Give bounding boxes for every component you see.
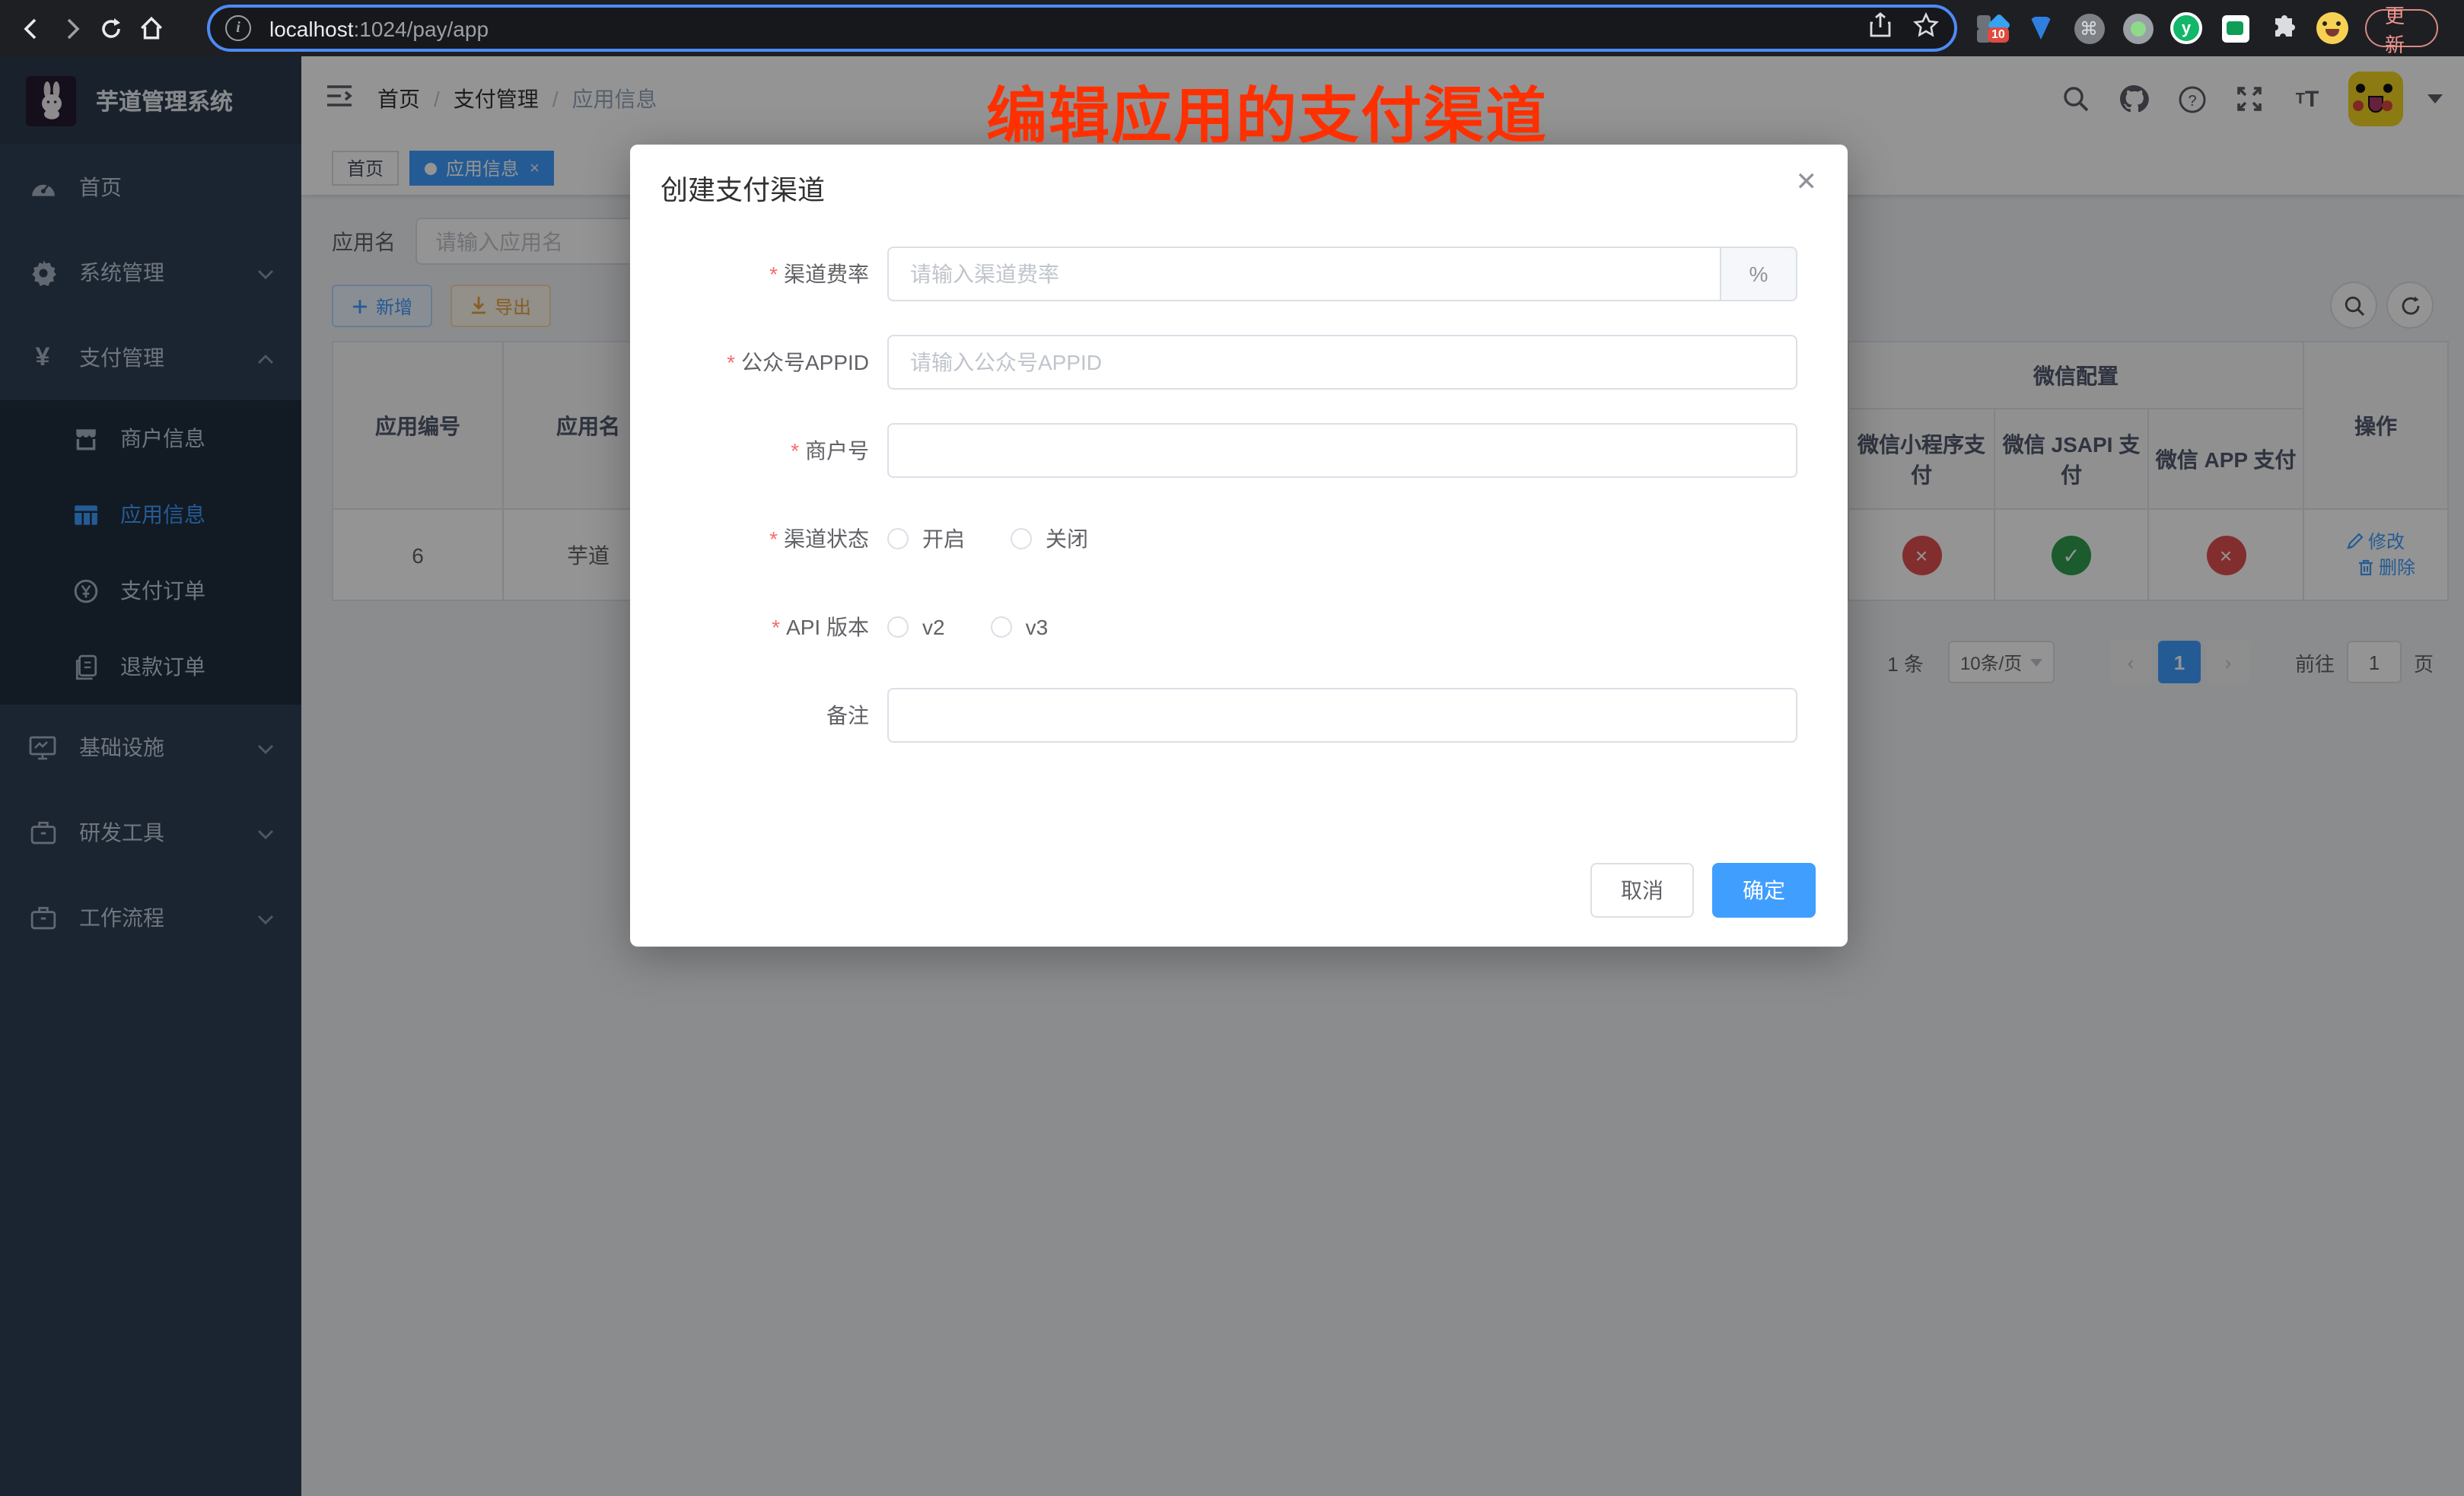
share-icon[interactable] <box>1869 11 1892 45</box>
url-text: localhost:1024/pay/app <box>269 16 489 40</box>
rate-suffix: % <box>1720 247 1797 301</box>
dialog-title: 创建支付渠道 <box>661 169 825 208</box>
extension-badge: 10 <box>1988 27 2009 43</box>
site-info-icon[interactable]: i <box>225 15 251 41</box>
browser-update-button[interactable]: 更新 <box>2365 9 2438 47</box>
form-row-remark: 备注 <box>630 688 1848 743</box>
browser-reload-icon[interactable] <box>91 8 131 48</box>
status-label: 渠道状态 <box>630 524 887 554</box>
api-label: API 版本 <box>630 612 887 642</box>
extension-recorder-icon[interactable] <box>2122 12 2154 44</box>
radio-api-v2[interactable]: v2 <box>887 615 945 639</box>
appid-label: 公众号APPID <box>630 347 887 377</box>
extension-pinned-icon[interactable]: 10 <box>1975 12 2007 44</box>
browser-chrome: i localhost:1024/pay/app 10 ⌘ y <box>0 0 2464 56</box>
radio-api-v3[interactable]: v3 <box>991 615 1049 639</box>
radio-circle-icon <box>991 616 1012 638</box>
remark-label: 备注 <box>630 700 887 730</box>
bookmark-star-icon[interactable] <box>1913 11 1939 45</box>
profile-emoji-icon[interactable] <box>2316 12 2348 44</box>
radio-status-on[interactable]: 开启 <box>887 524 965 554</box>
extension-row: 10 ⌘ y 更新 ⋮ <box>1975 0 2464 56</box>
radio-circle-icon <box>1011 528 1032 549</box>
rate-input[interactable] <box>887 247 1720 301</box>
browser-back-icon[interactable] <box>12 8 52 48</box>
dialog-footer: 取消 确定 <box>1590 863 1816 918</box>
address-bar[interactable]: i localhost:1024/pay/app <box>207 5 1957 52</box>
mch-input[interactable] <box>887 423 1797 478</box>
extensions-puzzle-icon[interactable] <box>2268 12 2300 44</box>
form-row-api: API 版本 v2 v3 <box>630 600 1848 654</box>
browser-menu-icon[interactable]: ⋮ <box>2455 24 2464 32</box>
annotation-text: 编辑应用的支付渠道 <box>986 67 1548 155</box>
radio-circle-icon <box>887 528 909 549</box>
form-row-status: 渠道状态 开启 关闭 <box>630 511 1848 566</box>
dialog-form: 渠道费率 % 公众号APPID 商户号 <box>630 247 1848 776</box>
extension-chat-icon[interactable] <box>2219 12 2251 44</box>
browser-home-icon[interactable] <box>131 8 170 48</box>
dialog-close-icon[interactable]: ✕ <box>1796 169 1818 195</box>
mch-label: 商户号 <box>630 435 887 466</box>
browser-forward-icon[interactable] <box>52 8 91 48</box>
extension-green-y-icon[interactable]: y <box>2170 12 2202 44</box>
screen: i localhost:1024/pay/app 10 ⌘ y <box>0 0 2464 1496</box>
form-row-appid: 公众号APPID <box>630 335 1848 390</box>
radio-circle-icon <box>887 616 909 638</box>
confirm-button[interactable]: 确定 <box>1712 863 1816 918</box>
remark-input[interactable] <box>887 688 1797 743</box>
form-row-mch: 商户号 <box>630 423 1848 478</box>
radio-status-off[interactable]: 关闭 <box>1011 524 1088 554</box>
rate-label: 渠道费率 <box>630 259 887 289</box>
extension-command-icon[interactable]: ⌘ <box>2073 12 2105 44</box>
extension-balloon-icon[interactable] <box>2024 12 2056 44</box>
cancel-button[interactable]: 取消 <box>1590 863 1694 918</box>
create-pay-channel-dialog: 创建支付渠道 ✕ 渠道费率 % 公众号APPID 商户号 <box>630 145 1848 947</box>
appid-input[interactable] <box>887 335 1797 390</box>
form-row-rate: 渠道费率 % <box>630 247 1848 301</box>
